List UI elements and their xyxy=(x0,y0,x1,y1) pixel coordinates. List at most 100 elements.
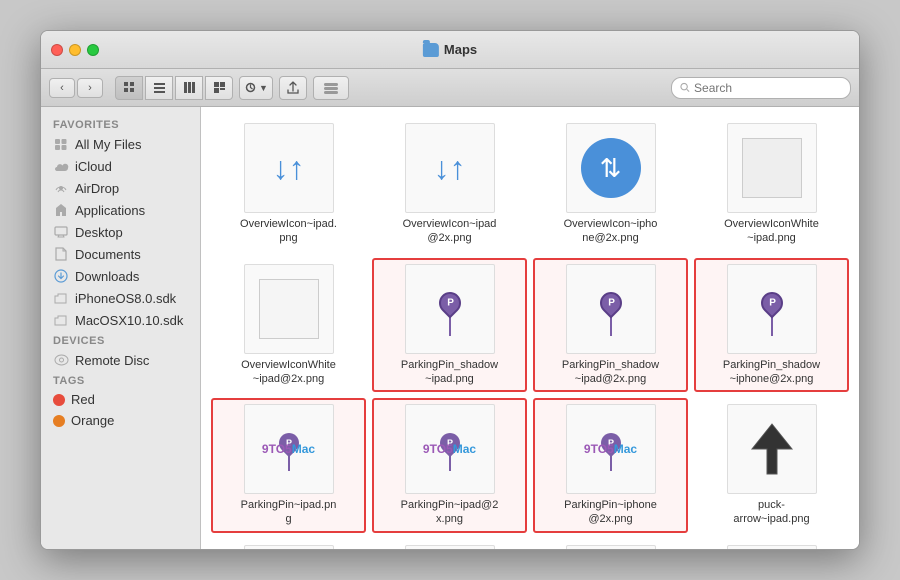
file-thumb-6: P xyxy=(405,264,495,354)
search-icon xyxy=(680,82,690,93)
file-item-13[interactable] xyxy=(211,539,366,549)
sidebar-item-remote-disc[interactable]: Remote Disc xyxy=(41,349,200,371)
toolbar: ‹ › xyxy=(41,69,859,107)
file-area: ↓↑ OverviewIcon~ipad.png ↓↑ OverviewIcon… xyxy=(201,107,859,549)
file-item-11[interactable]: P 9TO5Mac ParkingPin~iphone@2x.png xyxy=(533,398,688,533)
sidebar-item-airdrop[interactable]: AirDrop xyxy=(41,177,200,199)
file-thumb-1: ↓↑ xyxy=(244,123,334,213)
file-item-2[interactable]: ↓↑ OverviewIcon~ipad@2x.png xyxy=(372,117,527,252)
sidebar-label-macosx: MacOSX10.10.sdk xyxy=(75,313,183,328)
iphoneos-icon xyxy=(53,290,69,306)
file-thumb-13 xyxy=(244,545,334,549)
sidebar: Favorites All My Files xyxy=(41,107,201,549)
sidebar-label-red: Red xyxy=(71,392,95,407)
file-item-10[interactable]: P 9TO5Mac ParkingPin~ipad@2x.png xyxy=(372,398,527,533)
sidebar-item-macosx[interactable]: MacOSX10.10.sdk xyxy=(41,309,200,331)
file-grid: ↓↑ OverviewIcon~ipad.png ↓↑ OverviewIcon… xyxy=(211,117,849,549)
downloads-icon xyxy=(53,268,69,284)
view-columns-button[interactable] xyxy=(175,76,203,100)
macosx-icon xyxy=(53,312,69,328)
window-title: Maps xyxy=(444,42,477,57)
sidebar-label-downloads: Downloads xyxy=(75,269,139,284)
sidebar-item-all-my-files[interactable]: All My Files xyxy=(41,133,200,155)
sidebar-label-applications: Applications xyxy=(75,203,145,218)
file-item-8[interactable]: P ParkingPin_shadow~iphone@2x.png xyxy=(694,258,849,393)
window-folder-icon xyxy=(423,43,439,57)
sidebar-item-documents[interactable]: Documents xyxy=(41,243,200,265)
view-icon-button[interactable] xyxy=(115,76,143,100)
sidebar-label-desktop: Desktop xyxy=(75,225,123,240)
file-name-5: OverviewIconWhite~ipad@2x.png xyxy=(241,358,336,387)
sidebar-label-orange: Orange xyxy=(71,413,114,428)
file-item-12[interactable]: puck-arrow~ipad.png xyxy=(694,398,849,533)
file-name-6: ParkingPin_shadow~ipad.png xyxy=(401,358,498,387)
file-thumb-3: ⇅ xyxy=(566,123,656,213)
file-item-4[interactable]: OverviewIconWhite~ipad.png xyxy=(694,117,849,252)
sidebar-item-red[interactable]: Red xyxy=(41,389,200,410)
file-thumb-4 xyxy=(727,123,817,213)
arrow-up-svg xyxy=(747,419,797,479)
sidebar-item-orange[interactable]: Orange xyxy=(41,410,200,431)
applications-icon xyxy=(53,202,69,218)
view-cover-button[interactable] xyxy=(205,76,233,100)
sidebar-label-remote-disc: Remote Disc xyxy=(75,353,149,368)
nav-buttons: ‹ › xyxy=(49,78,103,98)
sidebar-item-icloud[interactable]: iCloud xyxy=(41,155,200,177)
search-input[interactable] xyxy=(694,81,842,95)
file-item-14[interactable] xyxy=(372,539,527,549)
share-button[interactable] xyxy=(279,76,307,100)
file-thumb-11: P 9TO5Mac xyxy=(566,404,656,494)
file-name-7: ParkingPin_shadow~ipad@2x.png xyxy=(562,358,659,387)
file-name-3: OverviewIcon~iphone@2x.png xyxy=(564,217,658,246)
orange-tag-dot xyxy=(53,415,65,427)
devices-section-label: Devices xyxy=(41,331,200,349)
file-name-11: ParkingPin~iphone@2x.png xyxy=(564,498,657,527)
sidebar-item-applications[interactable]: Applications xyxy=(41,199,200,221)
file-thumb-10: P 9TO5Mac xyxy=(405,404,495,494)
file-item-16[interactable] xyxy=(694,539,849,549)
sidebar-label-documents: Documents xyxy=(75,247,141,262)
file-item-15[interactable] xyxy=(533,539,688,549)
file-thumb-7: P xyxy=(566,264,656,354)
file-thumb-16 xyxy=(727,545,817,549)
file-thumb-9: P 9TO5Mac xyxy=(244,404,334,494)
file-name-8: ParkingPin_shadow~iphone@2x.png xyxy=(723,358,820,387)
icloud-icon xyxy=(53,158,69,174)
file-name-4: OverviewIconWhite~ipad.png xyxy=(724,217,819,246)
sidebar-item-iphoneos[interactable]: iPhoneOS8.0.sdk xyxy=(41,287,200,309)
sidebar-item-downloads[interactable]: Downloads xyxy=(41,265,200,287)
remote-disc-icon xyxy=(53,352,69,368)
traffic-lights xyxy=(51,44,99,56)
red-tag-dot xyxy=(53,394,65,406)
file-item-3[interactable]: ⇅ OverviewIcon~iphone@2x.png xyxy=(533,117,688,252)
sidebar-label-airdrop: AirDrop xyxy=(75,181,119,196)
view-list-button[interactable] xyxy=(145,76,173,100)
close-button[interactable] xyxy=(51,44,63,56)
file-name-12: puck-arrow~ipad.png xyxy=(722,498,822,527)
file-name-1: OverviewIcon~ipad.png xyxy=(240,217,337,246)
file-thumb-2: ↓↑ xyxy=(405,123,495,213)
main-content: Favorites All My Files xyxy=(41,107,859,549)
file-item-1[interactable]: ↓↑ OverviewIcon~ipad.png xyxy=(211,117,366,252)
forward-button[interactable]: › xyxy=(77,78,103,98)
file-thumb-12 xyxy=(727,404,817,494)
view-buttons xyxy=(115,76,233,100)
file-name-10: ParkingPin~ipad@2x.png xyxy=(401,498,499,527)
minimize-button[interactable] xyxy=(69,44,81,56)
file-item-7[interactable]: P ParkingPin_shadow~ipad@2x.png xyxy=(533,258,688,393)
sidebar-item-desktop[interactable]: Desktop xyxy=(41,221,200,243)
tag-button[interactable] xyxy=(313,76,349,100)
file-item-6[interactable]: P ParkingPin_shadow~ipad.png xyxy=(372,258,527,393)
file-item-5[interactable]: OverviewIconWhite~ipad@2x.png xyxy=(211,258,366,393)
action-button[interactable]: ▼ xyxy=(239,76,273,100)
favorites-section-label: Favorites xyxy=(41,115,200,133)
back-button[interactable]: ‹ xyxy=(49,78,75,98)
sidebar-label-icloud: iCloud xyxy=(75,159,112,174)
sidebar-label-all-my-files: All My Files xyxy=(75,137,141,152)
maximize-button[interactable] xyxy=(87,44,99,56)
search-box[interactable] xyxy=(671,77,851,99)
file-item-9[interactable]: P 9TO5Mac ParkingPin~ipad.png xyxy=(211,398,366,533)
file-name-2: OverviewIcon~ipad@2x.png xyxy=(403,217,497,246)
finder-window: Maps ‹ › xyxy=(40,30,860,550)
file-thumb-8: P xyxy=(727,264,817,354)
